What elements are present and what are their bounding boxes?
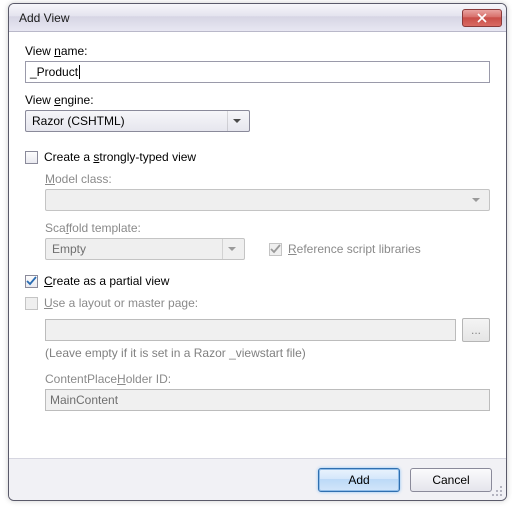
scaffold-value: Empty — [52, 242, 222, 256]
dialog-body: View name: _Product View engine: Razor (… — [9, 32, 506, 458]
view-engine-row: View engine: Razor (CSHTML) — [25, 93, 490, 132]
partial-view-checkbox[interactable] — [25, 275, 38, 288]
close-button[interactable] — [462, 9, 502, 27]
model-class-combo — [45, 189, 490, 211]
window-title: Add View — [19, 11, 462, 25]
view-engine-label: View engine: — [25, 93, 490, 107]
view-name-row: View name: _Product — [25, 44, 490, 83]
view-name-input[interactable]: _Product — [25, 61, 490, 83]
cancel-button[interactable]: Cancel — [410, 468, 492, 492]
strongly-typed-row: Create a strongly-typed view — [25, 150, 490, 164]
resize-grip[interactable] — [491, 485, 503, 497]
use-layout-row: Use a layout or master page: — [25, 296, 490, 310]
add-view-dialog: Add View View name: _Product View engine… — [8, 3, 507, 501]
chevron-down-icon — [227, 111, 245, 131]
text-caret — [79, 65, 80, 79]
view-engine-combo[interactable]: Razor (CSHTML) — [25, 110, 250, 132]
strongly-typed-checkbox[interactable] — [25, 151, 38, 164]
add-button[interactable]: Add — [318, 468, 400, 492]
use-layout-checkbox — [25, 297, 38, 310]
ref-scripts-row: Reference script libraries — [269, 242, 421, 256]
cph-label: ContentPlaceHolder ID: — [45, 372, 490, 386]
chevron-down-icon — [467, 190, 485, 210]
layout-group: ... (Leave empty if it is set in a Razor… — [25, 318, 490, 411]
ref-scripts-checkbox — [269, 243, 282, 256]
browse-button: ... — [462, 318, 490, 342]
scaffold-combo: Empty — [45, 238, 245, 260]
chevron-down-icon — [222, 239, 240, 259]
use-layout-label: Use a layout or master page: — [44, 296, 198, 310]
partial-view-row: Create as a partial view — [25, 274, 490, 288]
partial-view-label: Create as a partial view — [44, 274, 169, 288]
ref-scripts-label: Reference script libraries — [288, 242, 421, 256]
view-engine-value: Razor (CSHTML) — [32, 114, 227, 128]
layout-hint: (Leave empty if it is set in a Razor _vi… — [45, 346, 490, 360]
view-name-value: _Product — [30, 65, 78, 79]
button-bar: Add Cancel — [9, 458, 506, 500]
ellipsis-icon: ... — [471, 323, 481, 337]
layout-path-input — [45, 319, 456, 341]
view-name-label: View name: — [25, 44, 490, 58]
close-icon — [477, 13, 487, 23]
scaffold-label: Scaffold template: — [45, 221, 490, 235]
titlebar[interactable]: Add View — [9, 4, 506, 32]
strongly-typed-label: Create a strongly-typed view — [44, 150, 196, 164]
model-class-label: Model class: — [45, 172, 490, 186]
cph-input — [45, 389, 490, 411]
strongly-typed-group: Model class: Scaffold template: Empty — [25, 172, 490, 260]
